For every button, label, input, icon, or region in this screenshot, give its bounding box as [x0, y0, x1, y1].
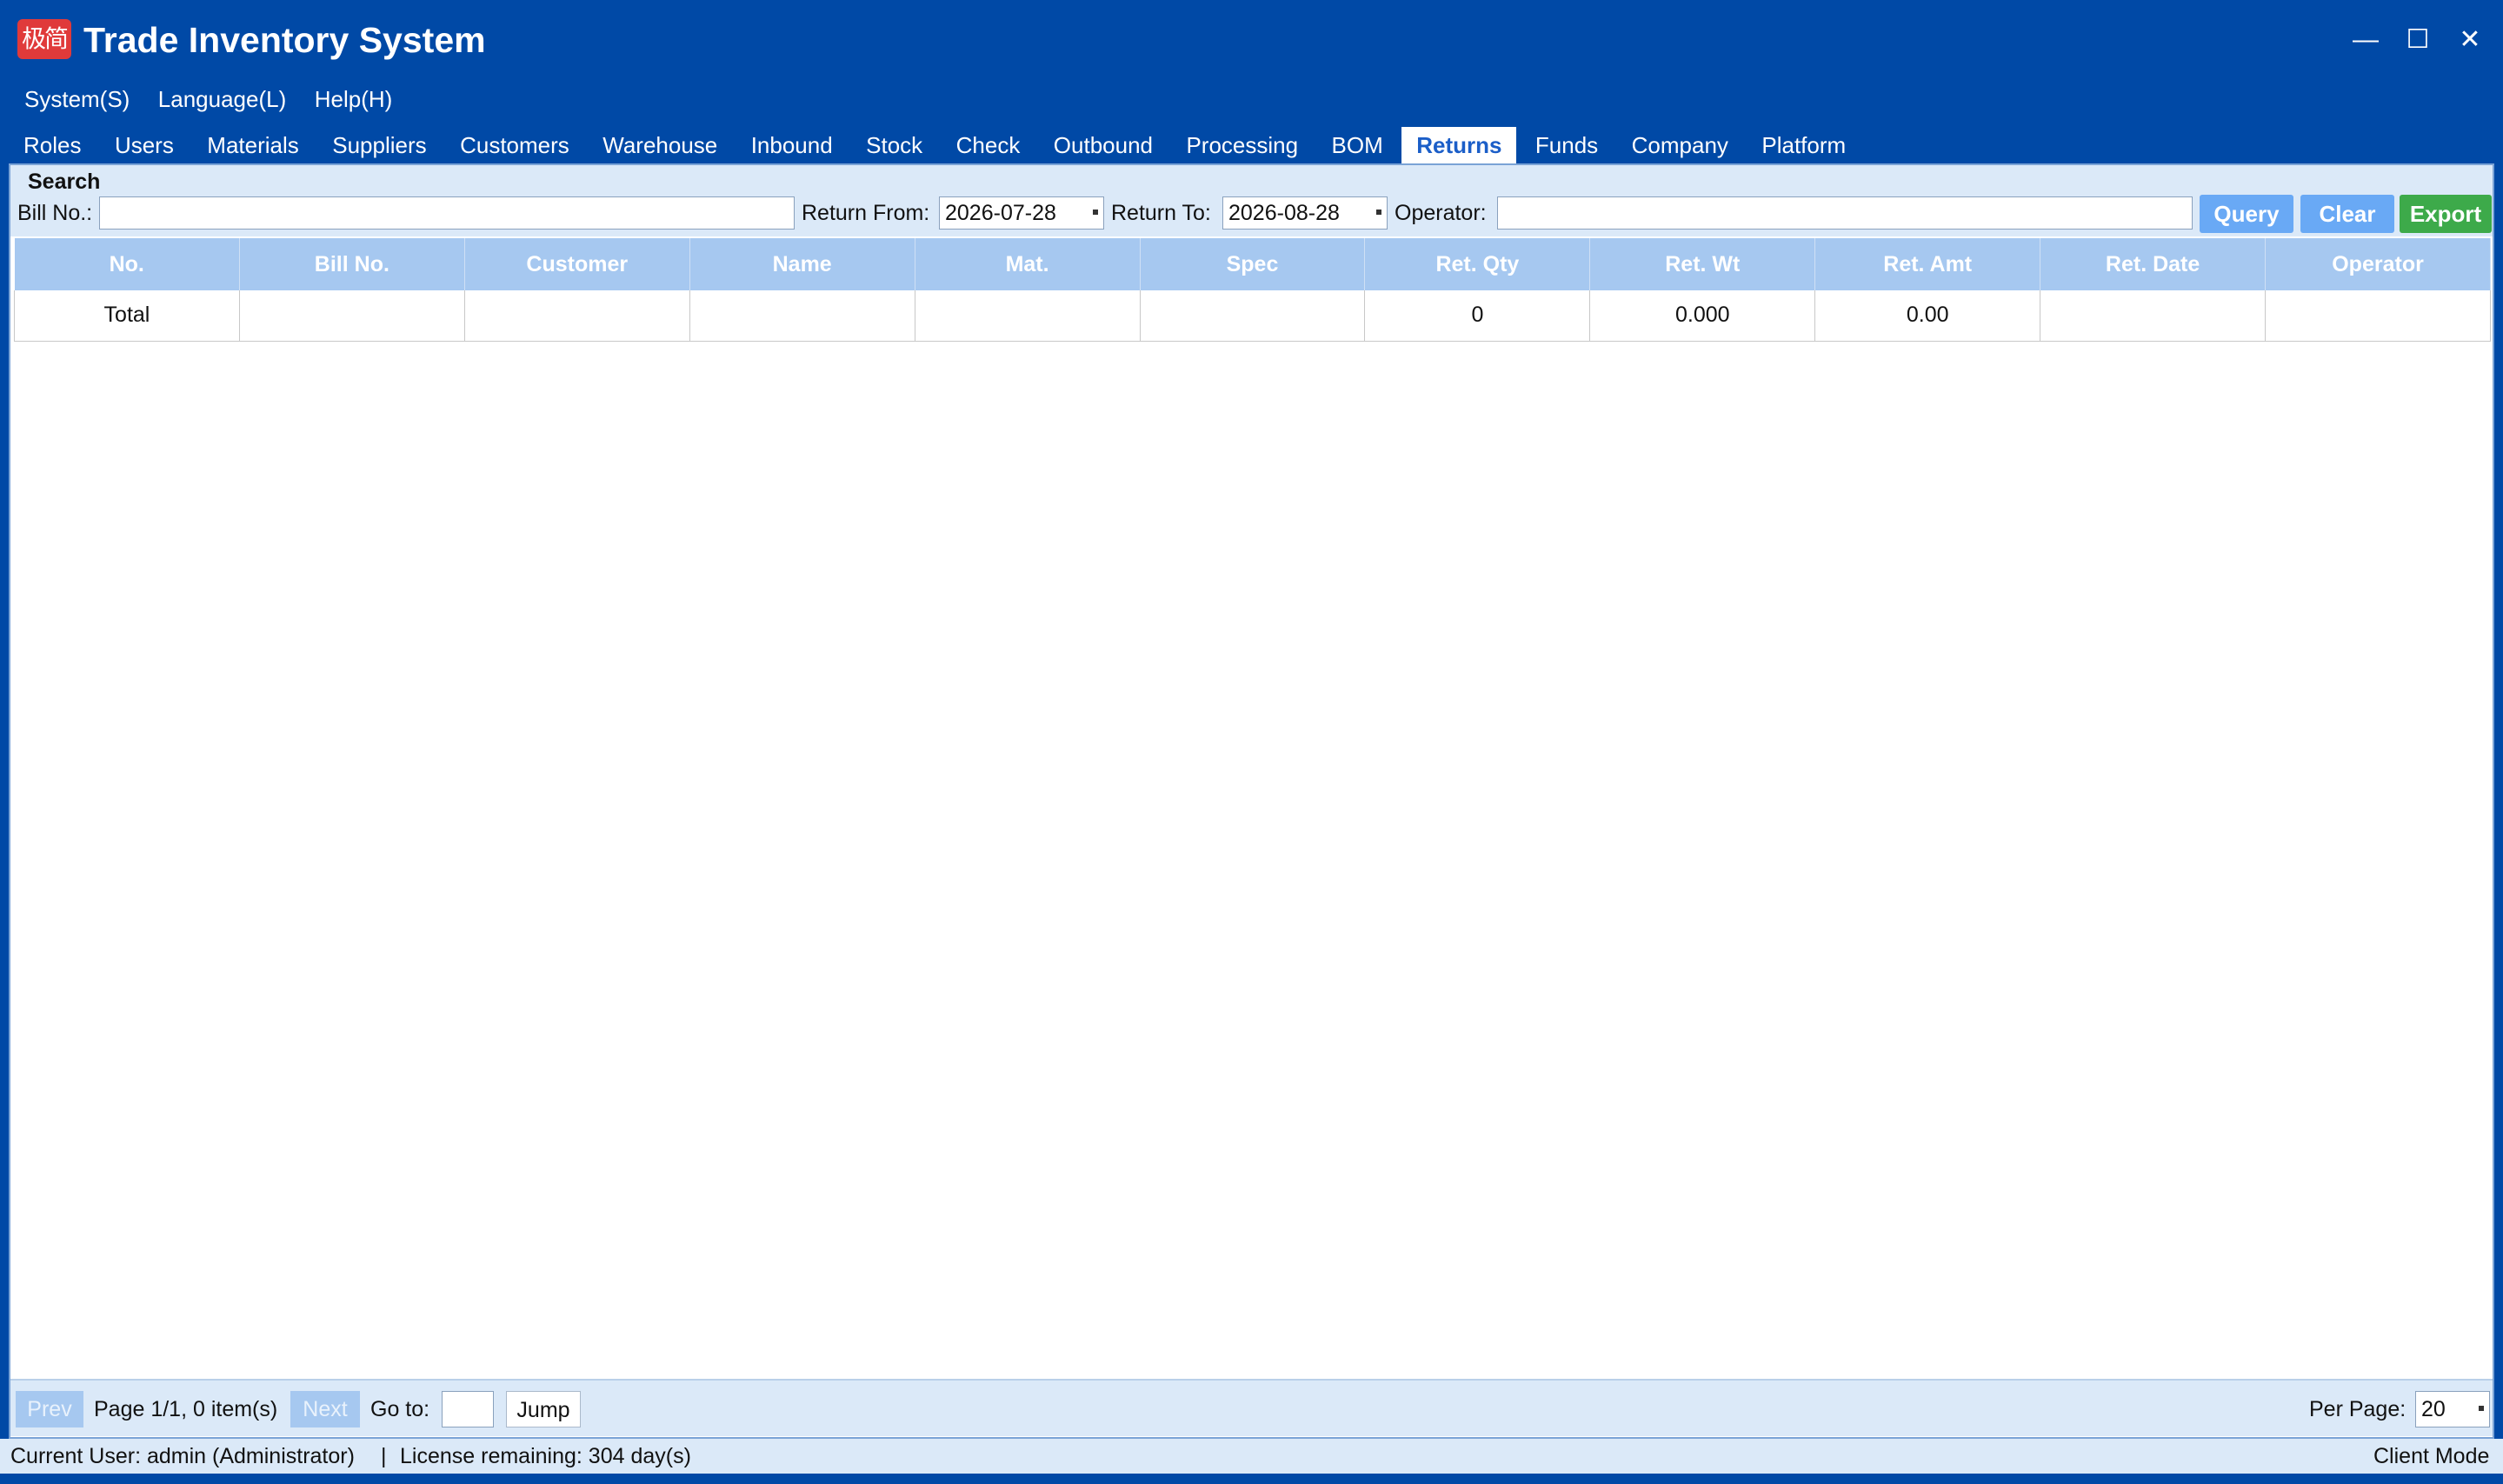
pagination-bar: Prev Page 1/1, 0 item(s) Next Go to: Jum… [10, 1379, 2493, 1436]
menu-language[interactable]: Language(L) [146, 80, 298, 118]
tab-suppliers[interactable]: Suppliers [317, 127, 441, 163]
current-user-text: Current User: admin (Administrator) [10, 1444, 355, 1468]
column-header[interactable]: Mat. [915, 238, 1141, 290]
close-icon[interactable]: ✕ [2448, 21, 2492, 59]
tab-funds[interactable]: Funds [1521, 127, 1613, 163]
column-header[interactable]: Bill No. [239, 238, 465, 290]
status-separator: | [381, 1444, 387, 1468]
column-header[interactable]: Ret. Qty [1364, 238, 1591, 290]
returns-page: Search Bill No.: Return From: 2026-07-28… [9, 163, 2494, 1439]
dropdown-arrow-icon [1376, 210, 1381, 215]
tab-materials[interactable]: Materials [192, 127, 313, 163]
menu-system[interactable]: System(S) [12, 80, 142, 118]
jump-button[interactable]: Jump [506, 1391, 581, 1427]
page-info: Page 1/1, 0 item(s) [94, 1397, 278, 1421]
tab-customers[interactable]: Customers [445, 127, 584, 163]
tab-warehouse[interactable]: Warehouse [588, 127, 732, 163]
table-cell [2265, 290, 2491, 342]
column-header[interactable]: No. [14, 238, 240, 290]
operator-label: Operator: [1395, 201, 1487, 225]
return-to-value: 2026-08-28 [1228, 201, 1340, 225]
table-cell: Total [14, 290, 240, 342]
tab-inbound[interactable]: Inbound [736, 127, 848, 163]
tab-users[interactable]: Users [100, 127, 189, 163]
menu-bar: System(S) Language(L) Help(H) [12, 80, 404, 118]
column-header[interactable]: Spec [1140, 238, 1366, 290]
search-legend: Search [28, 170, 101, 194]
table-cell [915, 290, 1141, 342]
status-bar: Current User: admin (Administrator) | Li… [0, 1439, 2503, 1474]
return-to-date-picker[interactable]: 2026-08-28 [1222, 196, 1388, 230]
table-cell [689, 290, 915, 342]
table-cell: 0 [1364, 290, 1591, 342]
table-cell [1140, 290, 1366, 342]
table-cell [2040, 290, 2267, 342]
menu-help[interactable]: Help(H) [303, 80, 405, 118]
tab-platform[interactable]: Platform [1747, 127, 1861, 163]
tab-returns[interactable]: Returns [1401, 127, 1517, 163]
column-header[interactable]: Ret. Date [2040, 238, 2267, 290]
bill-no-input[interactable] [99, 196, 795, 230]
export-button[interactable]: Export [2400, 195, 2492, 233]
next-page-button[interactable]: Next [290, 1391, 360, 1427]
per-page-select[interactable]: 20 [2415, 1391, 2490, 1427]
return-from-date-picker[interactable]: 2026-07-28 [939, 196, 1104, 230]
clear-button[interactable]: Clear [2300, 195, 2394, 233]
column-header[interactable]: Name [689, 238, 915, 290]
per-page-value: 20 [2421, 1397, 2446, 1421]
column-header[interactable]: Ret. Wt [1589, 238, 1816, 290]
operator-input[interactable] [1497, 196, 2193, 230]
column-header[interactable]: Customer [464, 238, 690, 290]
maximize-icon[interactable]: ☐ [2396, 21, 2440, 59]
app-title: Trade Inventory System [83, 20, 486, 60]
tab-outbound[interactable]: Outbound [1039, 127, 1168, 163]
minimize-icon[interactable]: — [2344, 21, 2387, 59]
tab-roles[interactable]: Roles [9, 127, 96, 163]
returns-table: No. Bill No. Customer Name Mat. Spec Ret… [14, 238, 2491, 342]
column-header[interactable]: Operator [2265, 238, 2491, 290]
goto-page-input[interactable] [442, 1391, 494, 1427]
tab-bom[interactable]: BOM [1317, 127, 1398, 163]
query-button[interactable]: Query [2200, 195, 2293, 233]
return-to-label: Return To: [1111, 201, 1211, 225]
table-cell: 0.000 [1589, 290, 1816, 342]
dropdown-arrow-icon [2479, 1406, 2484, 1411]
table-cell: 0.00 [1814, 290, 2041, 342]
total-row[interactable]: Total 0 0.000 0.00 [14, 290, 2491, 342]
return-from-value: 2026-07-28 [945, 201, 1056, 225]
tab-check[interactable]: Check [942, 127, 1035, 163]
app-window: 极简 Trade Inventory System — ☐ ✕ System(S… [0, 0, 2503, 1484]
column-header[interactable]: Ret. Amt [1814, 238, 2041, 290]
return-from-label: Return From: [802, 201, 930, 225]
tab-stock[interactable]: Stock [851, 127, 937, 163]
search-panel: Search Bill No.: Return From: 2026-07-28… [10, 165, 2493, 236]
client-mode-text: Client Mode [2373, 1444, 2490, 1468]
module-tabs: Roles Users Materials Suppliers Customer… [9, 127, 1861, 163]
per-page-label: Per Page: [2309, 1397, 2406, 1421]
table-header-row: No. Bill No. Customer Name Mat. Spec Ret… [14, 238, 2491, 290]
tab-processing[interactable]: Processing [1171, 127, 1313, 163]
app-logo: 极简 [17, 19, 71, 59]
bill-no-label: Bill No.: [17, 201, 93, 225]
table-cell [239, 290, 465, 342]
table-cell [464, 290, 690, 342]
license-text: License remaining: 304 day(s) [400, 1444, 691, 1468]
tab-company[interactable]: Company [1617, 127, 1743, 163]
goto-label: Go to: [370, 1397, 430, 1421]
title-bar: 极简 Trade Inventory System — ☐ ✕ [0, 0, 2503, 80]
dropdown-arrow-icon [1093, 210, 1098, 215]
prev-page-button[interactable]: Prev [16, 1391, 83, 1427]
